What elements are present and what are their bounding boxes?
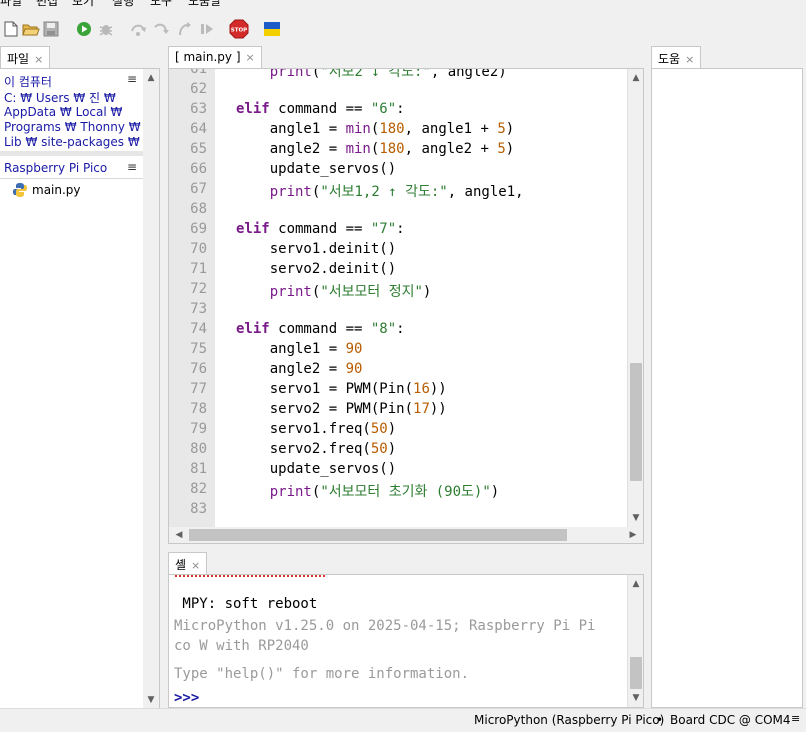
tab-main-py[interactable]: [ main.py ] ×	[168, 46, 262, 68]
menu-edit[interactable]: 편집	[36, 0, 58, 9]
scroll-up-icon[interactable]: ▲	[628, 577, 643, 591]
scroll-up-icon[interactable]: ▲	[628, 71, 643, 85]
menu-tools[interactable]: 도구	[150, 0, 172, 9]
shell-line: Type "help()" for more information.	[174, 666, 470, 682]
stop-icon[interactable]: STOP	[229, 19, 249, 39]
scroll-down-icon[interactable]: ▼	[143, 693, 159, 707]
code-line[interactable]: angle1 = min(180, angle1 + 5)	[236, 121, 515, 137]
code-line[interactable]: print("서보모터 정지")	[236, 281, 432, 301]
menu-file[interactable]: 파일	[0, 0, 22, 9]
status-separator: •	[656, 713, 664, 727]
menu-help[interactable]: 도움말	[188, 0, 221, 9]
shell-console[interactable]: MPY: soft reboot MicroPython v1.25.0 on 2…	[168, 574, 644, 708]
port-label[interactable]: Board CDC @ COM4	[670, 713, 791, 727]
menubar: 파일 편집 보기 실행 도구 도움말	[0, 0, 806, 8]
file-browser: 이 컴퓨터 ≡ C: ₩ Users ₩ 진 ₩ AppData ₩ Local…	[0, 68, 160, 709]
editor-vertical-scrollbar[interactable]: ▲ ▼	[627, 69, 643, 527]
divider	[0, 178, 143, 179]
clipped-error-text	[175, 575, 325, 577]
files-panel: 파일 × 이 컴퓨터 ≡ C: ₩ Users ₩ 진 ₩ AppData ₩ L…	[0, 46, 160, 709]
path-segment[interactable]: C: ₩ Users ₩ 진 ₩	[4, 89, 116, 106]
statusbar-menu-icon[interactable]: ≡	[791, 712, 800, 725]
toolbar: STOP	[0, 12, 806, 46]
scrollbar-thumb[interactable]	[630, 363, 642, 481]
run-icon[interactable]	[75, 20, 93, 38]
shell-line: MicroPython v1.25.0 on 2025-04-15; Raspb…	[174, 618, 596, 634]
code-line[interactable]: update_servos()	[236, 161, 396, 177]
editor-tabbar: [ main.py ] ×	[168, 46, 644, 68]
menu-icon[interactable]: ≡	[127, 160, 137, 174]
code-line[interactable]: angle2 = 90	[236, 361, 363, 377]
code-line[interactable]: print("서보1,2 ↑ 각도:", angle1,	[236, 181, 524, 201]
path-segment[interactable]: Programs ₩ Thonny ₩	[4, 120, 141, 134]
open-file-icon[interactable]	[22, 20, 40, 38]
close-icon[interactable]: ×	[34, 53, 43, 66]
resume-icon[interactable]	[198, 20, 216, 38]
divider	[0, 151, 143, 156]
shell-line: co W with RP2040	[174, 638, 309, 654]
code-editor[interactable]: 61 62 63 64 65 66 67 68 69 70 71 72 73 74 75 76 77 78 79 80…	[168, 68, 644, 544]
tab-help[interactable]: 도움 ×	[651, 46, 702, 68]
path-segment[interactable]: AppData ₩ Local ₩	[4, 105, 122, 119]
ukraine-flag-icon[interactable]	[262, 20, 282, 38]
scrollbar-thumb[interactable]	[189, 529, 567, 541]
editor-horizontal-scrollbar[interactable]: ◀ ▶	[169, 527, 643, 543]
statusbar: MicroPython (Raspberry Pi Pico) • Board …	[0, 708, 806, 732]
shell-line: MPY: soft reboot	[174, 596, 318, 612]
code-line[interactable]: print("서보모터 초기화 (90도)")	[236, 481, 500, 501]
menu-view[interactable]: 보기	[72, 0, 94, 9]
new-file-icon[interactable]	[2, 20, 20, 38]
step-over-icon[interactable]	[130, 20, 148, 38]
code-line[interactable]: elif command == "7":	[236, 221, 405, 237]
stop-icon-label: STOP	[231, 28, 247, 34]
python-file-icon	[13, 183, 27, 197]
scroll-up-icon[interactable]: ▲	[143, 71, 159, 85]
code-line[interactable]: servo1.freq(50)	[236, 421, 396, 437]
code-line[interactable]: elif command == "6":	[236, 101, 405, 117]
save-icon[interactable]	[42, 20, 60, 38]
path-segment[interactable]: Lib ₩ site-packages ₩	[4, 135, 140, 149]
interpreter-selector[interactable]: MicroPython (Raspberry Pi Pico)	[474, 713, 664, 727]
code-line[interactable]: print("서보2 ↓ 각도:", angle2)	[236, 69, 507, 81]
help-panel	[651, 68, 803, 708]
menu-icon[interactable]: ≡	[127, 72, 137, 86]
code-line[interactable]: servo1.deinit()	[236, 241, 396, 257]
code-line[interactable]: angle2 = min(180, angle2 + 5)	[236, 141, 515, 157]
close-icon[interactable]: ×	[246, 51, 255, 64]
tab-files-label: 파일	[7, 52, 30, 66]
code-line[interactable]: servo2.deinit()	[236, 261, 396, 277]
close-icon[interactable]: ×	[685, 53, 694, 66]
code-area[interactable]: print("서보2 ↓ 각도:", angle2) elif command =…	[169, 69, 627, 527]
code-line[interactable]: angle1 = 90	[236, 341, 363, 357]
scroll-left-icon[interactable]: ◀	[171, 528, 187, 542]
scroll-right-icon[interactable]: ▶	[625, 528, 641, 542]
close-icon[interactable]: ×	[191, 559, 200, 572]
menu-run[interactable]: 실행	[112, 0, 134, 9]
shell-tabbar: 셸 ×	[168, 552, 644, 574]
step-out-icon[interactable]	[176, 20, 194, 38]
code-line[interactable]: servo2.freq(50)	[236, 441, 396, 457]
files-scrollbar[interactable]: ▲ ▼	[143, 69, 159, 709]
help-tabbar: 도움 ×	[651, 46, 806, 68]
code-line[interactable]: elif command == "8":	[236, 321, 405, 337]
debug-icon[interactable]	[97, 20, 115, 38]
tab-files[interactable]: 파일 ×	[0, 46, 51, 68]
file-item-main-py[interactable]: main.py	[12, 182, 81, 198]
device-header[interactable]: Raspberry Pi Pico	[4, 161, 107, 175]
tab-help-label: 도움	[658, 52, 681, 66]
tab-shell-label: 셸	[175, 558, 187, 572]
step-into-icon[interactable]	[153, 20, 171, 38]
scroll-down-icon[interactable]: ▼	[628, 691, 643, 705]
scrollbar-thumb[interactable]	[630, 657, 642, 689]
code-line[interactable]: servo2 = PWM(Pin(17))	[236, 401, 447, 417]
scroll-down-icon[interactable]: ▼	[628, 511, 643, 525]
tab-shell[interactable]: 셸 ×	[168, 552, 208, 574]
tab-main-py-label: [ main.py ]	[175, 50, 241, 64]
shell-prompt[interactable]: >>>	[174, 690, 199, 706]
shell-scrollbar[interactable]: ▲ ▼	[627, 575, 643, 707]
file-name: main.py	[32, 183, 81, 197]
code-line[interactable]: update_servos()	[236, 461, 396, 477]
code-line[interactable]: servo1 = PWM(Pin(16))	[236, 381, 447, 397]
computer-header[interactable]: 이 컴퓨터	[4, 73, 52, 90]
